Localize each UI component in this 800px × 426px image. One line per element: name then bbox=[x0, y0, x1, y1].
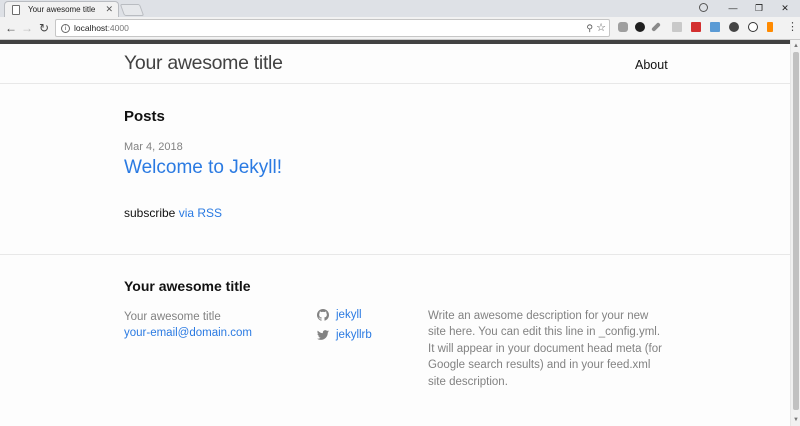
close-window-button[interactable]: ✕ bbox=[772, 0, 798, 16]
twitter-username: jekyllrb bbox=[336, 329, 372, 341]
bookmark-star-icon[interactable]: ☆ bbox=[596, 21, 606, 34]
extension-pen-icon[interactable] bbox=[651, 22, 661, 32]
site-title-link[interactable]: Your awesome title bbox=[124, 52, 283, 75]
footer-divider bbox=[0, 254, 790, 255]
extension-gray-icon[interactable] bbox=[672, 22, 682, 32]
extension-gauge-icon[interactable] bbox=[748, 22, 758, 32]
new-tab-button[interactable] bbox=[119, 4, 145, 16]
post-date: Mar 4, 2018 bbox=[124, 141, 183, 153]
zoom-icon[interactable]: ⚲ bbox=[586, 23, 593, 34]
extension-dark-icon[interactable] bbox=[635, 22, 645, 32]
extension-circle-icon[interactable] bbox=[729, 22, 739, 32]
page-icon bbox=[12, 4, 20, 15]
scroll-thumb[interactable] bbox=[793, 52, 799, 410]
scroll-up-icon[interactable]: ▲ bbox=[793, 43, 799, 49]
site-description: Write an awesome description for your ne… bbox=[428, 310, 662, 388]
restore-button[interactable]: ❐ bbox=[746, 0, 772, 16]
site-header: Your awesome title About bbox=[0, 44, 790, 84]
info-icon[interactable]: i bbox=[61, 24, 70, 33]
extension-cloud-icon[interactable] bbox=[618, 22, 628, 32]
address-bar[interactable]: i localhost:4000 ⚲ ☆ bbox=[55, 19, 610, 37]
post-title-link[interactable]: Welcome to Jekyll! bbox=[124, 157, 282, 179]
browser-toolbar: ← → ↻ i localhost:4000 ⚲ ☆ ⋮ bbox=[0, 17, 800, 40]
github-icon bbox=[317, 309, 329, 321]
github-username: jekyll bbox=[336, 309, 362, 321]
footer-heading: Your awesome title bbox=[124, 278, 251, 294]
vertical-scrollbar[interactable]: ▲ ▼ bbox=[790, 40, 800, 426]
menu-icon[interactable]: ⋮ bbox=[787, 20, 798, 34]
github-link[interactable]: jekyll bbox=[317, 309, 362, 321]
footer-contact: Your awesome title your-email@domain.com bbox=[124, 309, 252, 341]
rss-link[interactable]: via RSS bbox=[179, 206, 222, 220]
profile-icon[interactable] bbox=[699, 3, 708, 12]
twitter-link[interactable]: jekyllrb bbox=[317, 329, 372, 341]
footer-name: Your awesome title bbox=[124, 311, 221, 323]
scroll-down-icon[interactable]: ▼ bbox=[793, 417, 799, 423]
subscribe-text: subscribe bbox=[124, 206, 176, 220]
reload-button[interactable]: ↻ bbox=[37, 21, 51, 35]
extension-red-icon[interactable] bbox=[691, 22, 701, 32]
footer-email-link[interactable]: your-email@domain.com bbox=[124, 327, 252, 339]
forward-button[interactable]: → bbox=[20, 21, 34, 35]
post-list-heading: Posts bbox=[124, 108, 165, 125]
url-text[interactable]: localhost:4000 bbox=[74, 23, 129, 33]
extension-blue-icon[interactable] bbox=[710, 22, 720, 32]
nav-link-about[interactable]: About bbox=[635, 58, 668, 72]
back-button[interactable]: ← bbox=[4, 21, 18, 35]
twitter-icon bbox=[317, 330, 329, 340]
page-viewport: Your awesome title About Posts Mar 4, 20… bbox=[0, 40, 790, 426]
subscribe-line: subscribe via RSS bbox=[124, 206, 222, 220]
tab-title: Your awesome title bbox=[28, 5, 96, 14]
tab-strip: Your awesome title ✕ — ❐ ✕ bbox=[0, 0, 800, 17]
browser-tab[interactable]: Your awesome title ✕ bbox=[4, 1, 119, 17]
extension-f-icon[interactable] bbox=[767, 22, 773, 32]
close-tab-icon[interactable]: ✕ bbox=[105, 4, 113, 14]
minimize-button[interactable]: — bbox=[720, 0, 746, 16]
